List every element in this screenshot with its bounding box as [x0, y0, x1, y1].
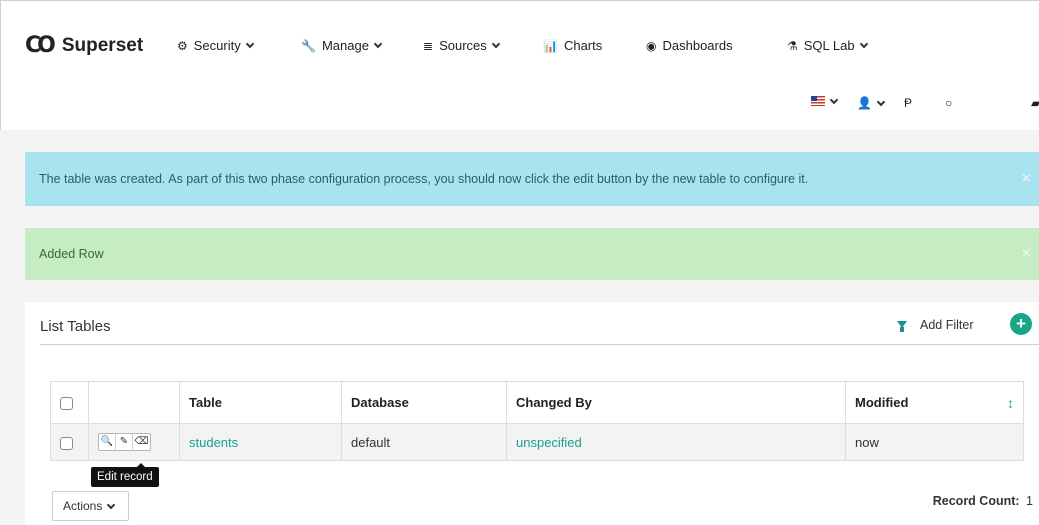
version-link[interactable]: Ᵽ — [904, 96, 912, 110]
tables-grid: Table Database Changed By Modified ↕ 🔍 ✎… — [50, 381, 1024, 461]
nav-charts[interactable]: 📊 Charts — [543, 38, 602, 53]
nav-sqllab[interactable]: ⚗ SQL Lab — [787, 38, 868, 53]
row-select-cell — [50, 423, 89, 461]
nav-sqllab-label: SQL Lab — [803, 38, 855, 53]
nav-security[interactable]: ⚙ Security — [177, 38, 254, 53]
github-icon: ○ — [945, 96, 953, 110]
brand[interactable]: CO Superset — [25, 35, 143, 57]
nav-manage[interactable]: 🔧 Manage — [301, 38, 383, 53]
nav-sources[interactable]: ≣ Sources — [423, 38, 501, 53]
cell-table-link[interactable]: students — [179, 423, 342, 461]
flask-icon: ⚗ — [787, 38, 798, 53]
chevron-down-icon — [829, 95, 839, 104]
cell-changed-by-link[interactable]: unspecified — [506, 423, 846, 461]
wrench-icon: 🔧 — [301, 38, 316, 53]
code-fork-icon: Ᵽ — [904, 96, 913, 110]
superset-logo-icon: CO — [25, 33, 56, 58]
nav-dashboards[interactable]: ◉ Dashboards — [646, 38, 733, 53]
chevron-down-icon — [876, 97, 886, 106]
bar-chart-icon: 📊 — [543, 38, 558, 53]
alert-success-text: Added Row — [39, 247, 104, 261]
book-icon: ▰ — [1031, 96, 1039, 110]
brand-name: Superset — [61, 35, 144, 56]
user-menu[interactable]: 👤 — [857, 96, 886, 110]
language-selector[interactable] — [811, 95, 839, 106]
column-header-modified[interactable]: Modified ↕ — [845, 381, 1024, 424]
nav-dashboards-label: Dashboards — [662, 38, 733, 53]
add-record-button[interactable]: + — [1010, 313, 1032, 335]
record-count-value: 1 — [1026, 494, 1033, 508]
chevron-down-icon — [373, 39, 383, 49]
nav-security-label: Security — [193, 38, 241, 53]
cell-modified: now — [845, 423, 1024, 461]
github-link[interactable]: ○ — [945, 96, 952, 110]
actions-label: Actions — [63, 499, 103, 513]
show-record-button[interactable]: 🔍 — [99, 434, 116, 450]
us-flag-icon — [811, 96, 825, 106]
alert-success: Added Row × — [25, 228, 1039, 280]
close-icon[interactable]: × — [1022, 245, 1031, 263]
database-icon: ≣ — [423, 38, 434, 53]
actions-dropdown[interactable]: Actions — [52, 491, 129, 521]
select-all-cell — [50, 381, 89, 424]
column-header-database[interactable]: Database — [341, 381, 507, 424]
edit-record-tooltip: Edit record — [91, 467, 159, 487]
table-row: 🔍 ✎ ⌫ students default unspecified now — [50, 423, 1024, 461]
modified-label: Modified — [855, 394, 909, 410]
record-count-label: Record Count: — [932, 494, 1020, 508]
docs-link[interactable]: ▰ — [1031, 96, 1039, 110]
edit-record-button[interactable]: ✎ — [116, 434, 133, 450]
dashboard-icon: ◉ — [646, 38, 657, 53]
panel-title: List Tables — [40, 318, 111, 335]
actions-column-header — [88, 381, 180, 424]
chevron-down-icon — [107, 500, 116, 509]
alert-info: The table was created. As part of this t… — [25, 152, 1039, 206]
alert-info-text: The table was created. As part of this t… — [39, 172, 809, 186]
navbar: CO Superset ⚙ Security 🔧 Manage ≣ Source… — [0, 0, 1039, 130]
table-header-row: Table Database Changed By Modified ↕ — [50, 381, 1024, 424]
divider — [40, 344, 1039, 345]
user-icon: 👤 — [857, 96, 872, 110]
chevron-down-icon — [859, 39, 868, 49]
cogs-icon: ⚙ — [177, 38, 188, 53]
cell-database: default — [341, 423, 507, 461]
sort-icon[interactable]: ↕ — [1007, 395, 1014, 411]
row-action-buttons: 🔍 ✎ ⌫ — [98, 433, 151, 451]
record-count: Record Count: 1 — [933, 494, 1033, 508]
chevron-down-icon — [245, 39, 254, 49]
row-actions-cell: 🔍 ✎ ⌫ — [88, 423, 180, 461]
list-panel: List Tables Add Filter + Table Database … — [25, 302, 1039, 525]
row-checkbox[interactable] — [60, 436, 73, 450]
nav-manage-label: Manage — [321, 38, 369, 53]
add-filter-button[interactable]: Add Filter — [920, 318, 974, 332]
close-icon[interactable]: × — [1022, 170, 1031, 188]
column-header-table[interactable]: Table — [179, 381, 342, 424]
nav-sources-label: Sources — [439, 38, 487, 53]
delete-record-button[interactable]: ⌫ — [133, 434, 150, 450]
filter-icon-stem — [900, 327, 904, 332]
chevron-down-icon — [491, 39, 501, 49]
nav-charts-label: Charts — [563, 38, 603, 53]
column-header-changed-by[interactable]: Changed By — [506, 381, 846, 424]
select-all-checkbox[interactable] — [60, 397, 73, 411]
